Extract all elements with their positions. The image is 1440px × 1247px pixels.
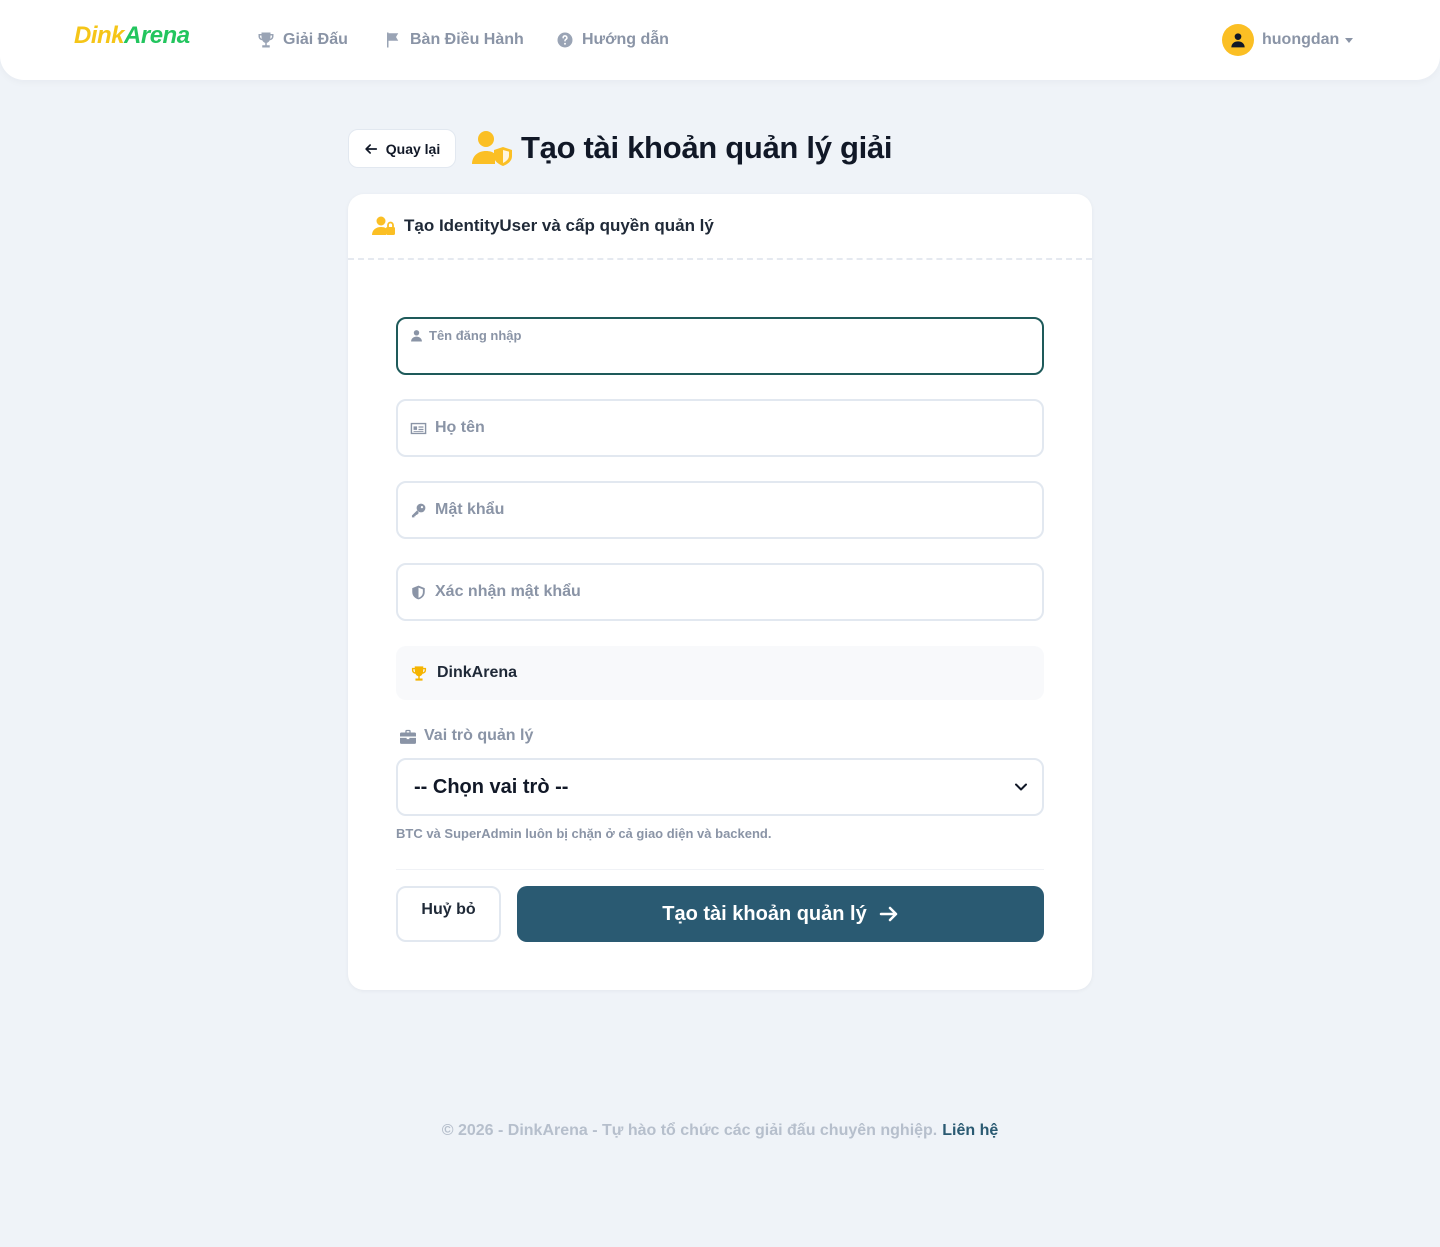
create-manager-card: Tạo IdentityUser và cấp quyền quản lý Tê…	[348, 194, 1092, 990]
card-header: Tạo IdentityUser và cấp quyền quản lý	[348, 194, 1092, 260]
nav-item-label: Giải Đấu	[283, 31, 348, 48]
tournament-name: DinkArena	[437, 664, 518, 681]
cancel-button[interactable]: Huỷ bỏ	[396, 886, 501, 942]
confirm-password-label: Xác nhận mật khẩu	[410, 565, 581, 619]
question-circle-icon	[557, 32, 573, 48]
back-button[interactable]: Quay lại	[348, 129, 456, 168]
create-account-button-label: Tạo tài khoản quản lý	[662, 902, 867, 925]
user-icon	[1231, 33, 1245, 48]
briefcase-icon	[400, 729, 416, 744]
chevron-down-icon	[1015, 783, 1027, 791]
top-navbar: DinkArena Giải Đấu Bàn Điều Hành Hướng d…	[0, 0, 1440, 80]
username-field[interactable]: Tên đăng nhập	[396, 317, 1044, 375]
id-card-icon	[410, 422, 427, 434]
shield-icon	[412, 585, 425, 599]
trophy-icon	[411, 665, 427, 681]
confirm-password-field[interactable]: Xác nhận mật khẩu	[396, 563, 1044, 621]
user-menu-dropdown[interactable]: huongdan	[1222, 23, 1354, 57]
back-button-label: Quay lại	[385, 140, 441, 157]
role-select[interactable]: -- Chọn vai trò --	[396, 758, 1044, 816]
key-icon	[411, 503, 426, 517]
nav-item-guide[interactable]: Hướng dẫn	[556, 28, 669, 52]
role-label: Vai trò quản lý	[400, 726, 533, 746]
footer-text: © 2026 - DinkArena - Tự hào tổ chức các …	[441, 1122, 938, 1139]
password-label: Mật khẩu	[410, 483, 504, 537]
nav-item-label: Hướng dẫn	[582, 31, 669, 48]
trophy-icon	[258, 32, 274, 48]
arrow-left-icon	[365, 143, 377, 154]
fullname-label: Họ tên	[410, 401, 485, 455]
nav-item-tournaments[interactable]: Giải Đấu	[257, 28, 348, 52]
page-heading: Tạo tài khoản quản lý giải	[471, 126, 892, 170]
role-hint: BTC và SuperAdmin luôn bị chặn ở cả giao…	[396, 826, 772, 841]
user-shield-icon	[472, 131, 512, 166]
create-account-button[interactable]: Tạo tài khoản quản lý	[517, 886, 1044, 942]
contact-link[interactable]: Liên hệ	[942, 1122, 998, 1139]
divider	[396, 869, 1044, 870]
brand-logo[interactable]: DinkArena	[74, 22, 190, 50]
avatar	[1222, 24, 1254, 56]
footer: © 2026 - DinkArena - Tự hào tổ chức các …	[0, 1122, 1440, 1140]
user-icon	[411, 329, 422, 341]
page-title: Tạo tài khoản quản lý giải	[521, 130, 893, 165]
tournament-readonly-field: DinkArena	[396, 646, 1044, 700]
caret-down-icon	[1345, 37, 1354, 43]
flag-icon	[387, 32, 399, 48]
username-label: Tên đăng nhập	[410, 327, 521, 343]
role-select-value: -- Chọn vai trò --	[414, 775, 569, 798]
card-title: Tạo IdentityUser và cấp quyền quản lý	[404, 216, 714, 235]
user-name: huongdan	[1262, 31, 1340, 48]
fullname-field[interactable]: Họ tên	[396, 399, 1044, 457]
arrow-right-icon	[879, 906, 897, 922]
nav-item-label: Bàn Điều Hành	[410, 31, 524, 48]
user-lock-icon	[372, 216, 395, 235]
password-field[interactable]: Mật khẩu	[396, 481, 1044, 539]
nav-item-control-desk[interactable]: Bàn Điều Hành	[384, 28, 524, 52]
